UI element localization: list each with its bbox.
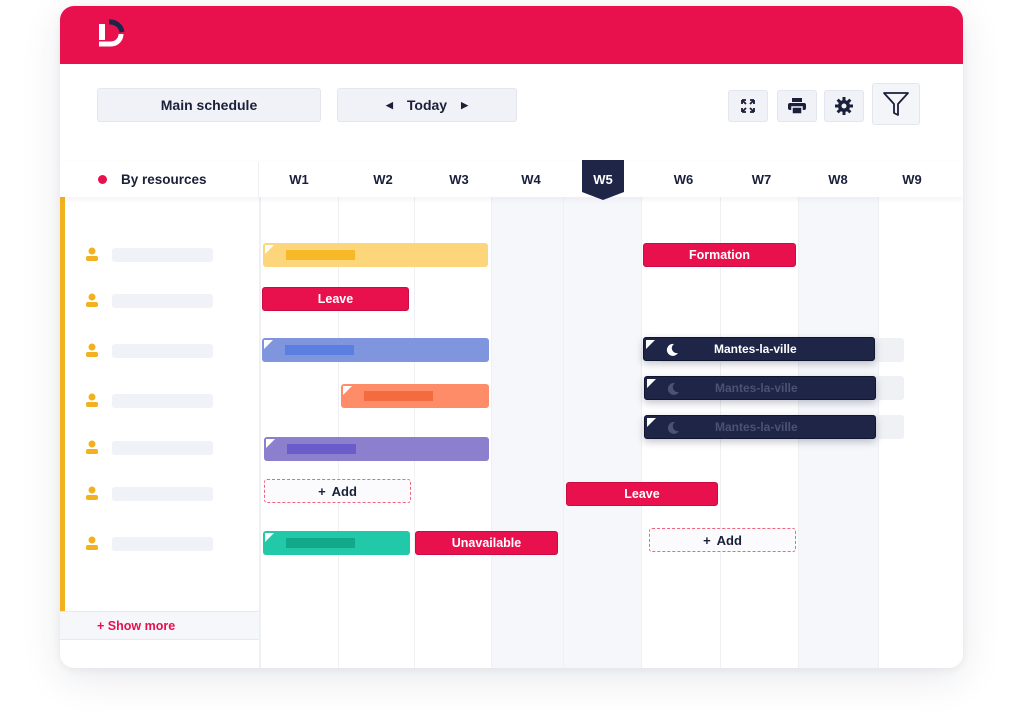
resource-name-placeholder: [112, 394, 213, 408]
today-navigator[interactable]: ◀ Today ▶: [337, 88, 517, 122]
resource-row[interactable]: [60, 245, 259, 265]
main-schedule-button[interactable]: Main schedule: [97, 88, 321, 122]
event-location: Mantes-la-ville: [715, 420, 798, 434]
resource-row[interactable]: [60, 291, 259, 311]
top-bar: [60, 6, 963, 64]
event-bar-yellow[interactable]: [263, 243, 488, 267]
expand-icon: [741, 99, 755, 113]
next-week-icon[interactable]: ▶: [461, 100, 468, 111]
corner-marker-icon: [264, 340, 273, 349]
add-label: Add: [331, 483, 357, 499]
week-header-w1[interactable]: W1: [260, 162, 338, 197]
event-title-placeholder: [285, 345, 354, 355]
resource-row[interactable]: [60, 484, 259, 504]
event-mission[interactable]: Mantes-la-ville: [644, 415, 876, 439]
prev-week-icon[interactable]: ◀: [386, 100, 393, 111]
resource-row[interactable]: [60, 391, 259, 411]
expand-button[interactable]: [728, 90, 768, 122]
person-icon: [86, 247, 98, 261]
resource-row[interactable]: [60, 341, 259, 361]
event-leave[interactable]: Leave: [262, 287, 409, 311]
person-icon: [86, 486, 98, 500]
person-icon: [86, 440, 98, 454]
show-more-button[interactable]: + Show more: [60, 611, 259, 640]
week-column-w4: [491, 197, 563, 668]
moon-icon: [666, 343, 678, 356]
event-bar-purple[interactable]: [264, 437, 489, 461]
print-button[interactable]: [777, 90, 817, 122]
settings-gear-icon: [835, 97, 853, 115]
week-column-w1: [260, 197, 338, 668]
event-unavailable[interactable]: Unavailable: [415, 531, 558, 555]
resource-panel-divider: [259, 197, 260, 668]
group-by-label: By resources: [121, 172, 207, 187]
group-dot-icon: [98, 175, 107, 184]
event-title-placeholder: [287, 444, 356, 454]
add-event-slot[interactable]: + Add: [264, 479, 411, 503]
week-column-w2: [338, 197, 414, 668]
moon-icon: [667, 421, 679, 434]
event-bar-blue[interactable]: [262, 338, 489, 362]
print-icon: [788, 98, 806, 114]
app-window: Main schedule ◀ Today ▶ By resources W1 …: [60, 6, 963, 668]
corner-marker-icon: [266, 439, 275, 448]
week-header-w9[interactable]: W9: [878, 162, 946, 197]
corner-marker-icon: [265, 245, 274, 254]
add-label: Add: [716, 532, 742, 548]
corner-marker-icon: [647, 418, 656, 427]
event-bar-teal[interactable]: [263, 531, 410, 555]
main-schedule-label: Main schedule: [160, 97, 258, 113]
event-title-placeholder: [364, 391, 433, 401]
filter-funnel-icon: [883, 92, 909, 116]
event-leave[interactable]: Leave: [566, 482, 718, 506]
event-mission[interactable]: Mantes-la-ville: [643, 337, 875, 361]
moon-icon: [667, 382, 679, 395]
event-bar-orange[interactable]: [341, 384, 489, 408]
resource-name-placeholder: [112, 441, 213, 455]
plus-icon: +: [318, 483, 326, 499]
person-icon: [86, 293, 98, 307]
resource-name-placeholder: [112, 487, 213, 501]
corner-marker-icon: [265, 533, 274, 542]
resource-name-placeholder: [112, 248, 213, 262]
resource-name-placeholder: [112, 294, 213, 308]
event-formation[interactable]: Formation: [643, 243, 796, 267]
corner-marker-icon: [343, 386, 352, 395]
week-header-w6[interactable]: W6: [641, 162, 726, 197]
person-icon: [86, 536, 98, 550]
event-location: Mantes-la-ville: [714, 342, 797, 356]
resource-name-placeholder: [112, 537, 213, 551]
today-button[interactable]: Today: [407, 97, 447, 113]
resource-row[interactable]: [60, 534, 259, 554]
logo-d-icon[interactable]: [97, 18, 125, 52]
event-title-placeholder: [286, 250, 355, 260]
week-header-w7[interactable]: W7: [720, 162, 803, 197]
week-column-w3: [414, 197, 491, 668]
resource-row[interactable]: [60, 438, 259, 458]
plus-icon: +: [703, 532, 711, 548]
settings-button[interactable]: [824, 90, 864, 122]
corner-marker-icon: [647, 379, 656, 388]
week-header-w5[interactable]: W5: [582, 162, 624, 197]
person-icon: [86, 343, 98, 357]
event-location: Mantes-la-ville: [715, 381, 798, 395]
week-header-w4[interactable]: W4: [491, 162, 571, 197]
filter-button[interactable]: [872, 83, 920, 125]
resource-name-placeholder: [112, 344, 213, 358]
person-icon: [86, 393, 98, 407]
group-by-selector[interactable]: By resources: [60, 162, 259, 197]
add-event-slot[interactable]: + Add: [649, 528, 796, 552]
event-title-placeholder: [286, 538, 355, 548]
corner-marker-icon: [646, 340, 655, 349]
timeline-header: By resources W1 W2 W3 W4 W5 W6 W7 W8 W9: [60, 160, 963, 200]
week-header-w8[interactable]: W8: [798, 162, 878, 197]
week-column-w5: [563, 197, 641, 668]
event-mission[interactable]: Mantes-la-ville: [644, 376, 876, 400]
